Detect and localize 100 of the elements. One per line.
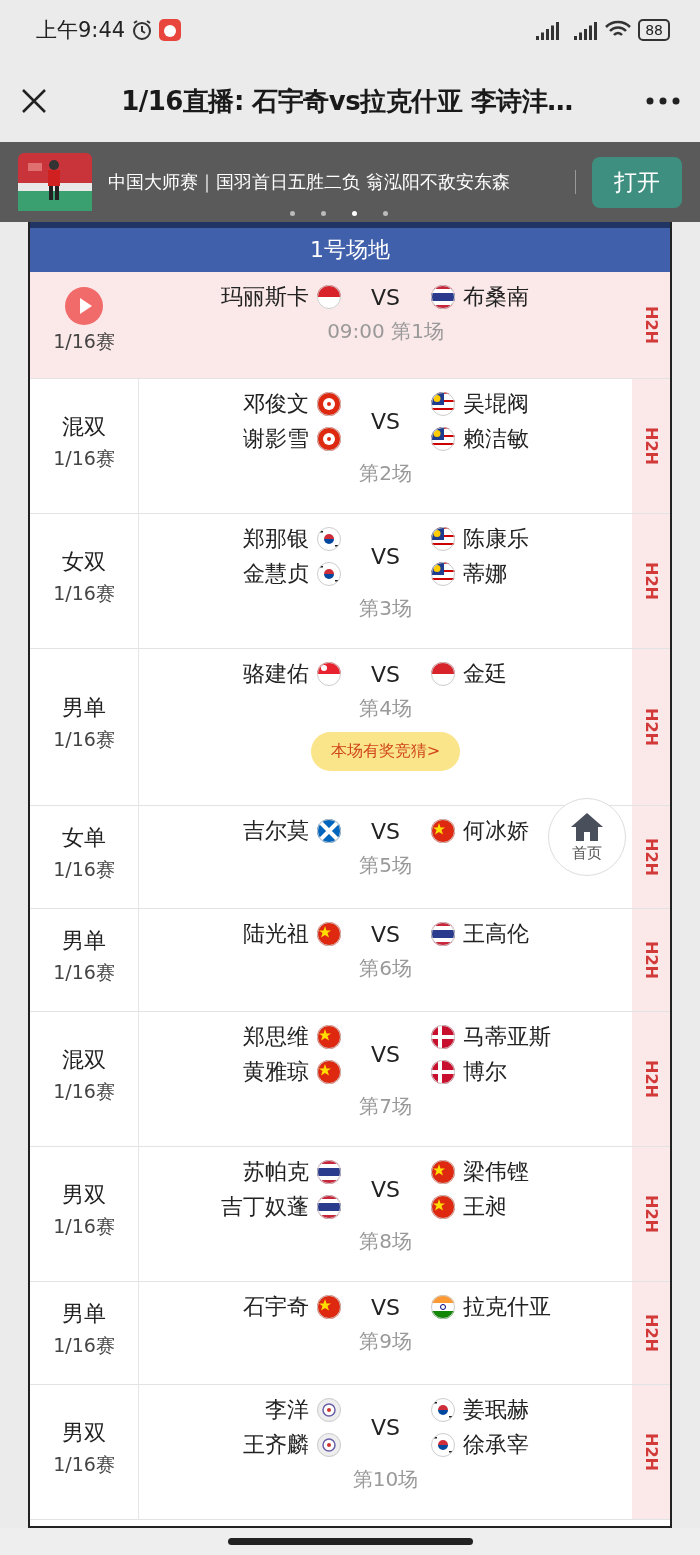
flag-icon: [316, 662, 341, 686]
player-name: 郑那银: [242, 525, 309, 553]
match-info: 第3场: [359, 595, 412, 622]
carousel-dot[interactable]: [290, 211, 295, 216]
h2h-link[interactable]: H2H: [641, 306, 661, 344]
carousel-dot[interactable]: [321, 211, 326, 216]
court-title: 1号场地: [310, 236, 390, 264]
h2h-link[interactable]: H2H: [641, 427, 661, 465]
player-name: 布桑南: [462, 283, 529, 311]
player-name: 玛丽斯卡: [220, 283, 309, 311]
flag-icon: [430, 1398, 455, 1422]
player-name: 徐承宰: [462, 1431, 529, 1459]
alarm-clock-icon: [131, 19, 154, 41]
h2h-link[interactable]: H2H: [641, 562, 661, 600]
page-title: 1/16直播: 石宇奇vs拉克什亚 李诗沣…: [120, 84, 574, 118]
player-name: 李洋: [264, 1396, 309, 1424]
event-type: 女双: [62, 548, 106, 576]
app-icon: [159, 19, 182, 41]
player-name: 拉克什亚: [462, 1293, 551, 1321]
player-name: 姜珉赫: [462, 1396, 529, 1424]
h2h-link[interactable]: H2H: [641, 1060, 661, 1098]
vs-label: VS: [370, 661, 401, 687]
flag-icon: [430, 427, 455, 451]
vs-label: VS: [370, 818, 401, 844]
play-icon[interactable]: [65, 287, 103, 325]
match-row[interactable]: 1/16赛 玛丽斯卡 VS 布桑南 09:00 第1场 H2H: [30, 272, 670, 379]
home-label: 首页: [572, 843, 602, 863]
flag-icon: [316, 285, 341, 309]
match-row[interactable]: 男双 1/16赛 李洋 王齐麟 VS 姜珉赫 徐承宰 第10场 H2H: [30, 1385, 670, 1520]
player-name: 金慧贞: [242, 560, 309, 588]
flag-icon: [430, 562, 455, 586]
player-name: 金廷: [462, 660, 507, 688]
news-headline[interactable]: 中国大师赛｜国羽首日五胜二负 翁泓阳不敌安东森: [108, 170, 576, 194]
player-name: 吴堒阀: [462, 390, 529, 418]
player-name: 陆光祖: [242, 920, 309, 948]
carousel-dot[interactable]: [352, 211, 357, 216]
match-row[interactable]: 男单 1/16赛 陆光祖 VS 王高伦 第6场 H2H: [30, 909, 670, 1012]
flag-icon: [316, 427, 341, 451]
match-info: 第5场: [359, 852, 412, 879]
match-row[interactable]: 混双 1/16赛 郑思维 黄雅琼 VS 马蒂亚斯 博尔 第7场 H2H: [30, 1012, 670, 1147]
flag-icon: [316, 392, 341, 416]
match-info: 第8场: [359, 1228, 412, 1255]
match-row[interactable]: 男双 1/16赛 苏帕克 吉丁奴蓬 VS 梁伟铿 王昶 第8场 H2H: [30, 1147, 670, 1282]
h2h-link[interactable]: H2H: [641, 708, 661, 746]
prediction-button[interactable]: 本场有奖竞猜>: [310, 732, 461, 771]
flag-icon: [316, 1025, 341, 1049]
vs-label: VS: [370, 921, 401, 947]
flag-icon: [430, 1433, 455, 1457]
player-name: 何冰娇: [462, 817, 529, 845]
player-name: 王齐麟: [242, 1431, 309, 1459]
flag-icon: [430, 922, 455, 946]
player-name: 谢影雪: [242, 425, 309, 453]
match-date: 1/16赛: [53, 857, 115, 882]
more-icon[interactable]: [646, 97, 680, 105]
flag-icon: [430, 1025, 455, 1049]
h2h-link[interactable]: H2H: [641, 1314, 661, 1352]
flag-icon: [430, 392, 455, 416]
event-type: 男单: [62, 927, 106, 955]
flag-icon: [430, 662, 455, 686]
h2h-link[interactable]: H2H: [641, 838, 661, 876]
match-row[interactable]: 女双 1/16赛 郑那银 金慧贞 VS 陈康乐 蒂娜 第3场 H2H: [30, 514, 670, 649]
vs-label: VS: [370, 409, 401, 434]
player-name: 郑思维: [242, 1023, 309, 1051]
match-date: 1/16赛: [53, 960, 115, 985]
open-button[interactable]: 打开: [592, 156, 682, 208]
vs-label: VS: [370, 1415, 401, 1440]
match-row[interactable]: 男单 1/16赛 骆建佑 VS 金廷 第4场 本场有奖竞猜> H2H: [30, 649, 670, 806]
player-name: 王高伦: [462, 920, 529, 948]
match-info: 第6场: [359, 955, 412, 982]
h2h-link[interactable]: H2H: [641, 941, 661, 979]
flag-icon: [316, 527, 341, 551]
flag-icon: [430, 819, 455, 843]
match-date: 1/16赛: [53, 1333, 115, 1358]
match-row[interactable]: 混双 1/16赛 邓俊文 谢影雪 VS 吴堒阀 赖洁敏 第2场 H2H: [30, 379, 670, 514]
vs-label: VS: [370, 284, 401, 310]
h2h-link[interactable]: H2H: [641, 1195, 661, 1233]
vs-label: VS: [370, 1294, 401, 1320]
house-icon: [570, 811, 604, 842]
flag-icon: [316, 1060, 341, 1084]
carousel-dot[interactable]: [383, 211, 388, 216]
close-icon[interactable]: [20, 87, 48, 115]
player-name: 马蒂亚斯: [462, 1023, 551, 1051]
match-info: 第9场: [359, 1328, 412, 1355]
match-row[interactable]: 男单 1/16赛 石宇奇 VS 拉克什亚 第9场 H2H: [30, 1282, 670, 1385]
player-name: 王昶: [462, 1193, 507, 1221]
player-name: 苏帕克: [242, 1158, 309, 1186]
match-info: 第4场: [359, 695, 412, 722]
h2h-link[interactable]: H2H: [641, 1433, 661, 1471]
player-name: 蒂娜: [462, 560, 507, 588]
flag-icon: [430, 1195, 455, 1219]
event-type: 混双: [62, 1046, 106, 1074]
match-date: 1/16赛: [53, 581, 115, 606]
event-type: 男双: [62, 1181, 106, 1209]
match-date: 1/16赛: [53, 1214, 115, 1239]
vs-label: VS: [370, 544, 401, 569]
event-type: 男双: [62, 1419, 106, 1447]
event-type: 女单: [62, 824, 106, 852]
match-date: 1/16赛: [53, 1079, 115, 1104]
flag-icon: [430, 1160, 455, 1184]
flag-icon: [430, 527, 455, 551]
